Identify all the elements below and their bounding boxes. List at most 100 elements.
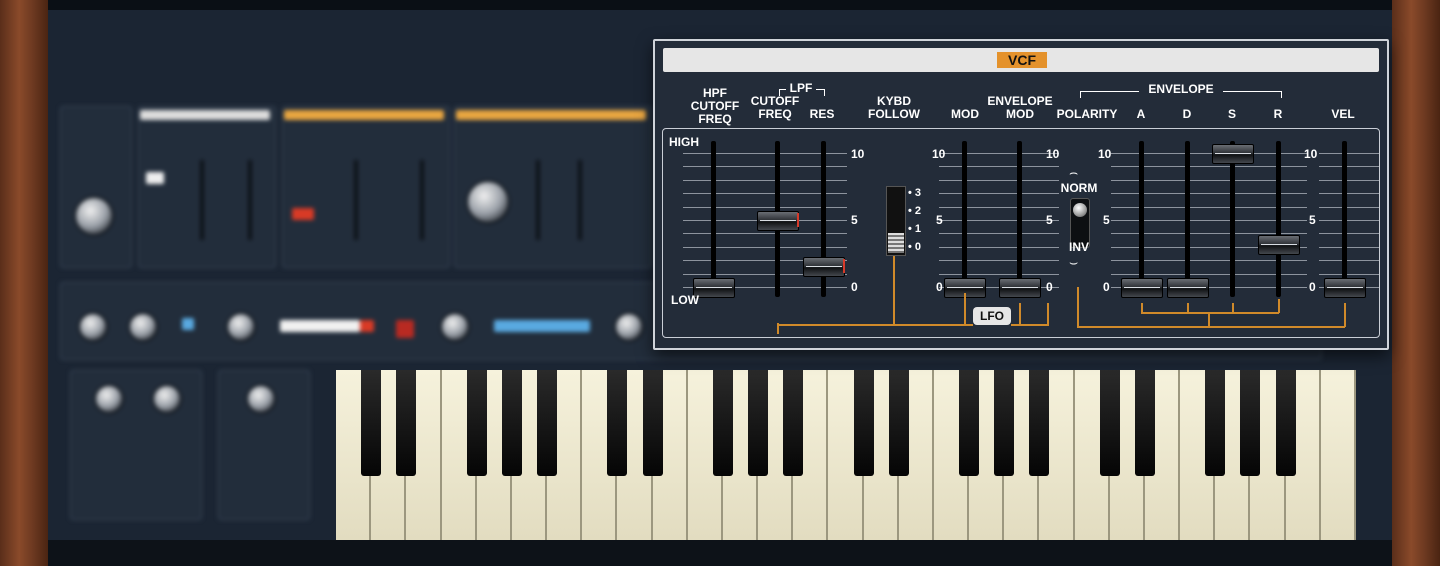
scale-tick [1319,153,1379,154]
sustain-slider-track[interactable] [1230,141,1235,297]
release-slider-handle[interactable] [1258,235,1300,256]
blur-red-button[interactable] [292,208,314,220]
patch-wire [893,324,973,326]
release-slider-track[interactable] [1276,141,1281,297]
kybd-follow-switch[interactable] [886,186,906,256]
high-label: HIGH [669,135,699,149]
hpf-section [282,106,450,268]
black-key[interactable] [1099,370,1120,476]
blur-button[interactable] [146,172,164,184]
black-key[interactable] [642,370,663,476]
res-slider-indicator [843,258,845,273]
lpf-cutoff-slider-handle[interactable] [757,211,799,231]
hpf-cutoff-slider-handle[interactable] [693,278,735,298]
mod-label: MOD [951,107,979,121]
black-key[interactable] [888,370,909,476]
black-key[interactable] [994,370,1015,476]
vel-slider-handle[interactable] [1324,278,1366,298]
blur-red-button[interactable] [396,320,414,338]
kybd-follow-handle[interactable] [888,233,904,253]
blur-blue-button[interactable] [182,318,194,330]
black-key[interactable] [712,370,733,476]
blur-knob[interactable] [94,384,124,414]
black-key[interactable] [466,370,487,476]
norm-squiggle-icon: ⌢ [1069,164,1079,180]
sustain-slider-handle[interactable] [1212,144,1254,164]
envelope-mod-slider-track[interactable] [1017,141,1022,297]
mod-scale-min: 0 [936,280,943,294]
black-key[interactable] [783,370,804,476]
volume-knob[interactable] [74,196,114,236]
vcf-title-bar: VCF [663,48,1379,72]
polarity-switch-lever[interactable] [1073,203,1087,217]
wood-side-panel-right [1392,0,1440,566]
vel-scale-max: 10 [1304,147,1318,161]
vcf-title: VCF [997,52,1047,68]
scale-tick [1319,179,1379,181]
black-key[interactable] [501,370,522,476]
blur-slider[interactable] [354,160,358,240]
black-key[interactable] [1240,370,1261,476]
portamento-knob[interactable] [246,384,276,414]
wood-side-panel-left [0,0,48,566]
decay-slider-handle[interactable] [1167,278,1209,298]
attack-slider-handle[interactable] [1121,278,1163,298]
black-key[interactable] [853,370,874,476]
attack-label: A [1136,107,1146,121]
scale-tick [939,179,1059,181]
blur-slider[interactable] [248,160,252,240]
kybd-scale-0-value: 0 [914,241,922,253]
blur-red-button[interactable] [360,320,374,332]
mod-scale-max: 10 [932,147,946,161]
black-key[interactable] [1029,370,1050,476]
white-key[interactable] [1320,370,1356,540]
black-key[interactable] [1205,370,1226,476]
blur-slider[interactable] [200,160,204,240]
envelope-mod-label: ENVELOPE MOD [987,94,1053,121]
patch-wire [1208,312,1210,327]
tune-knob[interactable] [78,312,108,342]
blur-knob[interactable] [152,384,182,414]
scale-tick [1319,233,1379,235]
bend-knob[interactable] [128,312,158,342]
decay-slider-track[interactable] [1185,141,1190,297]
patch-wire [1019,303,1021,325]
keyboard [336,370,1356,540]
scale-tick [1319,193,1379,195]
decay-label: D [1182,107,1192,121]
range-knob[interactable] [466,180,510,224]
black-key[interactable] [1275,370,1296,476]
black-key[interactable] [748,370,769,476]
attack-slider-track[interactable] [1139,141,1144,297]
octave-knob[interactable] [440,312,470,342]
hpf-cutoff-slider-track[interactable] [711,141,716,297]
assign-mode-buttons[interactable] [494,320,590,332]
res-scale-max: 10 [851,147,865,161]
black-key[interactable] [1134,370,1155,476]
patch-wire [1141,312,1279,314]
black-key[interactable] [361,370,382,476]
ensemble-knob[interactable] [226,312,256,342]
rate-knob[interactable] [614,312,644,342]
kybd-scale-2-value: 2 [914,205,922,217]
adsr-scale-min: 0 [1103,280,1110,294]
black-key[interactable] [607,370,628,476]
envelope-mod-slider-handle[interactable] [999,278,1041,298]
patch-wire [1047,303,1049,326]
scale-tick [939,273,1059,275]
blur-slider[interactable] [578,160,582,240]
black-key[interactable] [396,370,417,476]
mod-slider-track[interactable] [962,141,967,297]
black-key[interactable] [537,370,558,476]
black-key[interactable] [959,370,980,476]
release-label: R [1273,107,1283,121]
arpeggio-buttons[interactable] [280,320,360,332]
patch-wire [964,293,966,325]
blur-slider[interactable] [420,160,424,240]
blur-slider[interactable] [536,160,540,240]
vel-slider-track[interactable] [1342,141,1347,297]
sustain-label: S [1227,107,1236,121]
inv-squiggle-icon: ⌣ [1069,254,1079,270]
res-slider-handle[interactable] [803,256,845,277]
tracker-section [138,106,276,268]
